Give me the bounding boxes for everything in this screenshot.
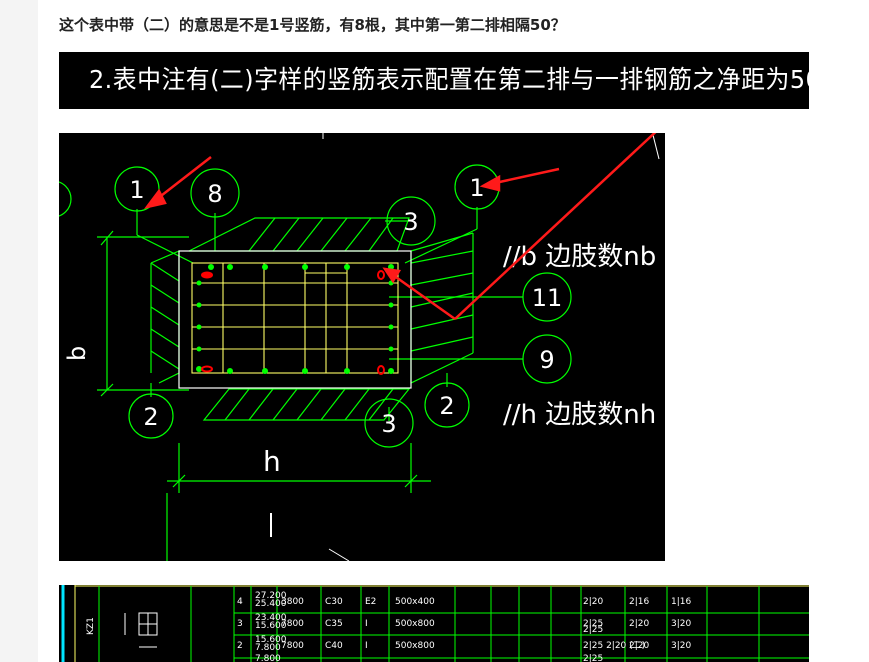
table-cell-height: 7800 <box>281 641 304 651</box>
column-schedule-svg: KZ1 427.20025.4003800 C30 E2 500x400 2|20 2|1… <box>59 585 809 662</box>
callout-number-b1-left: 1 <box>129 176 144 204</box>
callout-number-b3-top: 3 <box>403 208 418 236</box>
callout-number-b1-right: 1 <box>469 174 484 202</box>
stirrup-top-band <box>188 217 410 252</box>
table-cell-concrete: C35 <box>325 619 343 629</box>
column-schedule-table: KZ1 4 27.200 25.400 3800 C30 E2 500x400 2|20 2|1… <box>59 585 809 662</box>
label-h-side: //h 边肢数nh <box>503 400 656 430</box>
callout-number-b8: 8 <box>207 180 222 208</box>
callout-number-b2-left: 2 <box>143 403 158 431</box>
page-left-gutter <box>0 0 38 662</box>
note-banner-text: 2.表中注有(二)字样的竖筋表示配置在第二排与一排钢筋之净距为50 。 <box>89 65 854 94</box>
label-dim-b: b <box>63 346 91 361</box>
table-cell-type: I <box>365 641 368 651</box>
table-cell-h-side-bars: 3|20 <box>671 619 691 629</box>
stirrup-grid <box>191 262 399 374</box>
table-cell-bottom-elev: 7.800 <box>255 654 281 662</box>
table-cell-b-side-bars: 2|20 <box>629 641 649 651</box>
table-cell-height: 7800 <box>281 619 304 629</box>
highlighted-rebar <box>201 270 385 375</box>
table-cell-b-side-bars: 2|20 <box>629 619 649 629</box>
rebar-dots <box>196 264 394 374</box>
table-cell-h-side-bars: 1|16 <box>671 597 691 607</box>
label-b-side: //b 边肢数nb <box>503 242 656 272</box>
callout-number-b3-bottom: 3 <box>381 410 396 438</box>
callout-number-b9: 9 <box>539 346 554 374</box>
table-cell-section: 500x800 <box>395 619 435 629</box>
column-outline <box>178 250 412 389</box>
cropped-bubble-left <box>59 181 72 217</box>
table-cell-extra-top: 2|25 <box>583 625 603 635</box>
stirrup-left-band <box>150 250 180 384</box>
callout-number-b2-right: 2 <box>439 392 454 420</box>
table-cell-floor: 2 <box>237 641 243 651</box>
column-section-drawing: 1 8 3 1 11 9 2 3 2 //b 边肢数nb //h 边肢数nh b h <box>59 133 665 561</box>
arrow-to-bubble-1-right <box>494 167 560 185</box>
table-cell-concrete: C40 <box>325 641 343 651</box>
table-cell-floor: 4 <box>237 597 243 607</box>
table-side-label: KZ1 <box>86 617 96 635</box>
table-cell-section: 500x800 <box>395 641 435 651</box>
table-cell-h-side-bars: 3|20 <box>671 641 691 651</box>
stirrup-bottom-band <box>202 388 411 421</box>
table-cell-extra-bottom: 2|25 <box>583 654 603 662</box>
table-cell-type: E2 <box>365 597 376 607</box>
note-banner-image: 2.表中注有(二)字样的竖筋表示配置在第二排与一排钢筋之净距为50 。 <box>59 52 853 109</box>
column-section-svg: 1 8311192 32 //b 边肢数nb //h 边肢数nh b h <box>59 133 660 561</box>
callout-number-b11: 11 <box>532 284 563 312</box>
table-cell-type: I <box>365 619 368 629</box>
question-title: 这个表中带（二）的意思是不是1号竖筋，有8根，其中第一第二排相隔50？ <box>59 16 566 34</box>
table-cell-floor: 3 <box>237 619 243 629</box>
table-cell-b-side-bars: 2|16 <box>629 597 649 607</box>
arrow-to-bubble-1-left <box>156 156 212 200</box>
label-dim-h: h <box>263 445 281 478</box>
table-cell-corner-bars: 2|20 <box>583 597 603 607</box>
table-cell-elev-bottom: 7.800 <box>255 643 281 653</box>
table-cell-height: 3800 <box>281 597 304 607</box>
table-cell-concrete: C30 <box>325 597 343 607</box>
table-cell-section: 500x400 <box>395 597 435 607</box>
